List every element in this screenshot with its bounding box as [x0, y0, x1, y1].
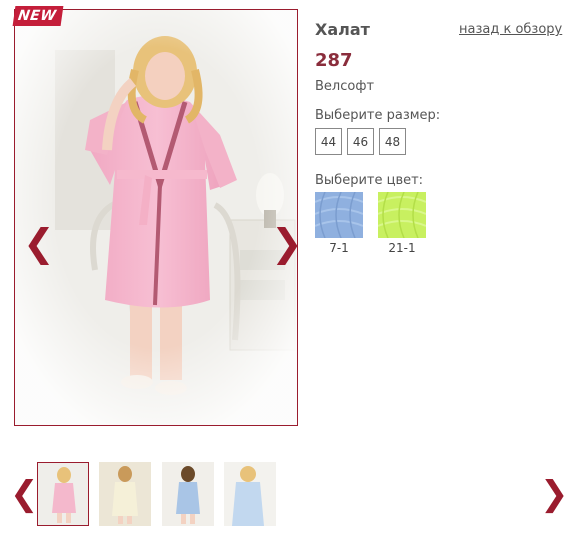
size-label: Выберите размер:: [315, 108, 441, 123]
size-options: 44 46 48: [315, 128, 406, 155]
new-badge: NEW: [12, 6, 64, 26]
size-option[interactable]: 44: [315, 128, 342, 155]
thumbnail-blue-robe[interactable]: [162, 462, 214, 526]
chevron-right-icon[interactable]: ❯: [271, 224, 297, 262]
back-to-overview-link[interactable]: назад к обзору: [459, 22, 562, 37]
chevron-right-icon[interactable]: ❯: [540, 477, 568, 511]
main-product-photo: ❮ ❯: [14, 9, 298, 426]
product-price: 287: [315, 50, 353, 71]
robe-photo-illustration: [15, 10, 297, 425]
product-title: Халат: [315, 20, 370, 39]
thumbnail-pink-robe[interactable]: [37, 462, 89, 526]
color-label: Выберите цвет:: [315, 173, 424, 188]
swatch-code: 7-1: [329, 241, 349, 255]
chevron-left-icon[interactable]: ❮: [10, 477, 39, 511]
size-option[interactable]: 46: [347, 128, 374, 155]
size-option[interactable]: 48: [379, 128, 406, 155]
thumbnail-cream-robe[interactable]: [99, 462, 151, 526]
swatch-code: 21-1: [388, 241, 416, 255]
thumbnail-lightblue-robe[interactable]: [224, 462, 276, 526]
color-swatch-blue[interactable]: [314, 191, 364, 239]
color-swatch-lime[interactable]: [377, 191, 427, 239]
product-material: Велсофт: [315, 79, 375, 94]
chevron-left-icon[interactable]: ❮: [23, 224, 55, 262]
